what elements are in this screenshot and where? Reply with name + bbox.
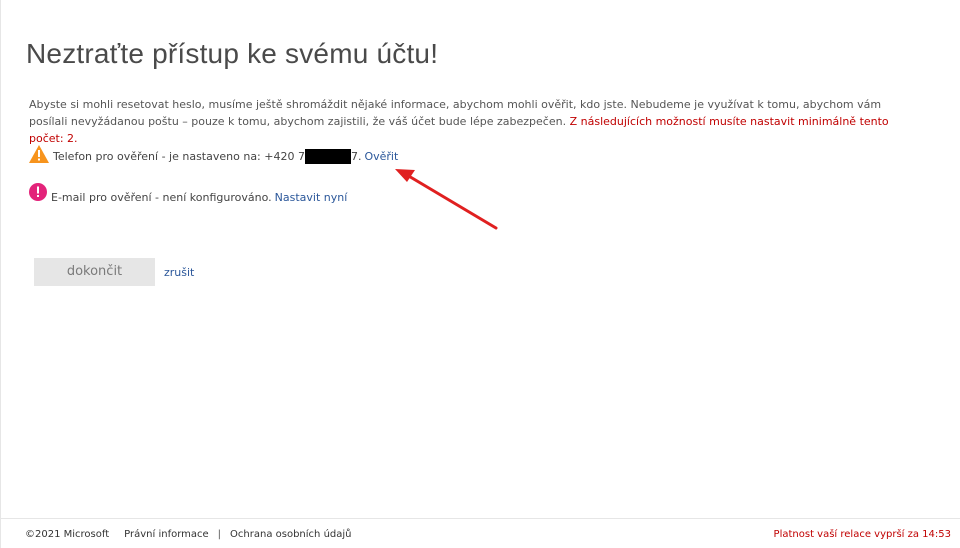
phone-method-row: Telefon pro ověření - je nastaveno na: +… bbox=[29, 145, 398, 165]
setup-email-link[interactable]: Nastavit nyní bbox=[275, 191, 348, 204]
phone-method-label: Telefon pro ověření - je nastaveno na: +… bbox=[53, 149, 305, 163]
error-icon bbox=[29, 183, 47, 201]
footer-copyright: ©2021 Microsoft bbox=[25, 529, 110, 540]
session-timer: Platnost vaší relace vyprší za 14:53 bbox=[773, 529, 951, 540]
finish-button[interactable]: dokončit bbox=[34, 258, 155, 286]
warning-icon bbox=[29, 145, 49, 163]
footer-separator: | bbox=[217, 529, 222, 540]
cancel-link[interactable]: zrušit bbox=[164, 266, 194, 279]
footer-legal-link[interactable]: Právní informace bbox=[124, 529, 209, 540]
page-title: Neztraťte přístup ke svému účtu! bbox=[26, 38, 439, 69]
email-method-row: E-mail pro ověření - není konfigurováno.… bbox=[29, 183, 348, 206]
page: Neztraťte přístup ke svému účtu! Abyste … bbox=[0, 0, 960, 548]
footer-links: ©2021 Microsoft Právní informace | Ochra… bbox=[25, 529, 352, 540]
redacted-phone-digits bbox=[304, 148, 351, 164]
footer: ©2021 Microsoft Právní informace | Ochra… bbox=[1, 518, 960, 548]
verify-phone-link[interactable]: Ověřit bbox=[364, 150, 398, 163]
annotation-arrow bbox=[395, 169, 498, 230]
intro-paragraph: Abyste si mohli resetovat heslo, musíme … bbox=[29, 96, 909, 147]
footer-privacy-link[interactable]: Ochrana osobních údajů bbox=[230, 529, 351, 540]
phone-method-suffix: 7. bbox=[350, 149, 362, 163]
email-method-label: E-mail pro ověření - není konfigurováno. bbox=[51, 190, 272, 204]
